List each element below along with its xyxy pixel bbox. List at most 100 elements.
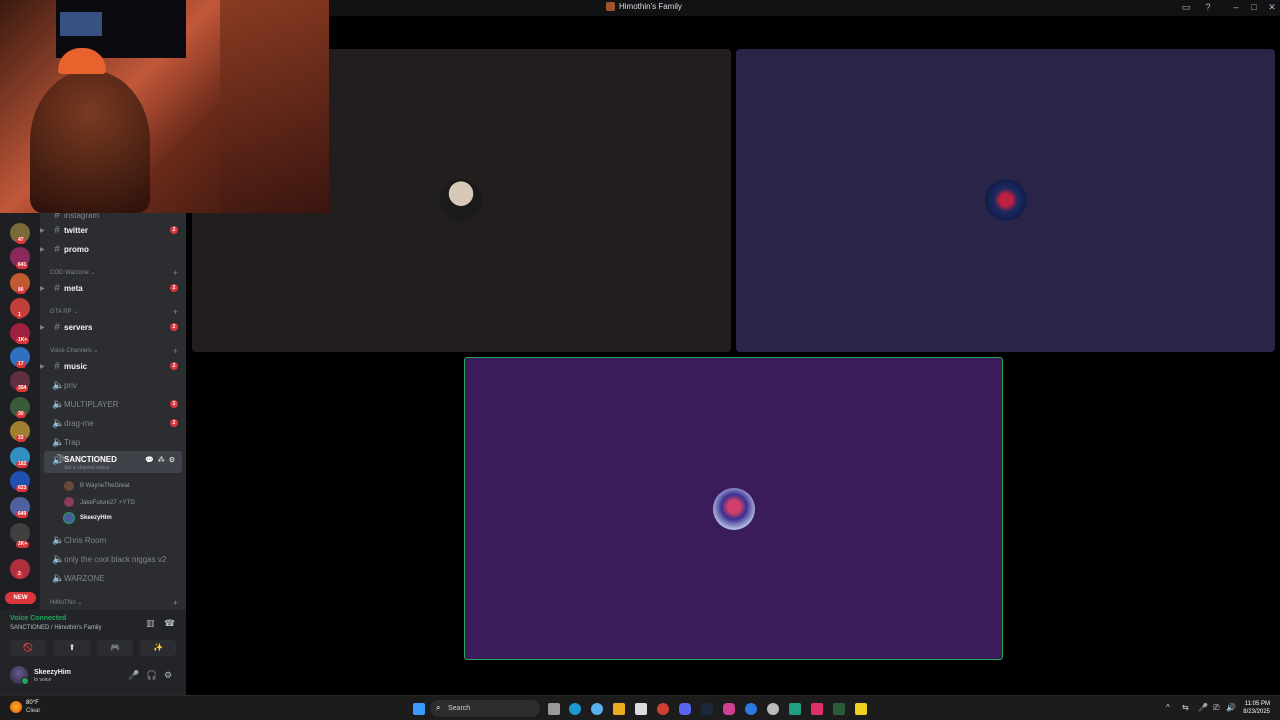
voice-connected-status[interactable]: Voice Connected [10, 615, 66, 622]
task-view-icon[interactable] [548, 703, 560, 715]
video-tile-2[interactable] [736, 49, 1275, 352]
add-channel-icon[interactable]: + [173, 268, 178, 278]
camera-off-button[interactable]: 🚫 [10, 640, 46, 656]
maximize-button[interactable]: □ [1248, 2, 1260, 12]
copilot-icon[interactable] [591, 703, 603, 715]
activity-button[interactable]: 🎮 [97, 640, 133, 656]
user-status: In voice [34, 677, 52, 683]
hash-icon: # [54, 321, 60, 333]
headphones-icon[interactable]: 🎧 [146, 670, 157, 681]
channel-servers[interactable]: ▶ # servers 2 [40, 318, 186, 336]
disconnect-icon[interactable]: ☎ [164, 618, 175, 629]
excel-icon[interactable] [833, 703, 845, 715]
weather-icon[interactable] [10, 701, 22, 713]
add-channel-icon[interactable]: + [173, 307, 178, 317]
voice-channel-cool-v2[interactable]: 🔈 only the cool black niggas v2 [40, 550, 186, 568]
channel-label: WARZONE [64, 573, 105, 583]
voice-location[interactable]: SANCTIONED / Himothin's Family [10, 625, 102, 631]
voice-user-name: SkeezyHim [80, 515, 112, 521]
server-badge: 47 [16, 237, 26, 244]
channel-label: MULTIPLAYER [64, 399, 119, 409]
help-icon[interactable]: ? [1202, 2, 1214, 12]
server-icon[interactable] [10, 523, 30, 543]
noise-suppression-icon[interactable]: ▥ [146, 618, 155, 629]
mention-badge: 2 [170, 400, 178, 408]
add-channel-icon[interactable]: + [173, 346, 178, 356]
channel-promo[interactable]: ▶ # promo [40, 240, 186, 258]
user-name[interactable]: SkeezyHim [34, 669, 71, 676]
voice-channel-trap[interactable]: 🔈 Trap [40, 433, 186, 451]
unread-indicator: ▶ [40, 227, 45, 234]
avatar[interactable] [10, 666, 29, 685]
microphone-icon[interactable]: 🎤 [128, 670, 139, 681]
store-icon[interactable] [635, 703, 647, 715]
settings-gear-icon[interactable]: ⚙ [164, 670, 172, 681]
volume-icon[interactable]: 🔊 [1226, 703, 1236, 712]
server-badge: 641 [16, 262, 29, 269]
category-label: HiMoThin [50, 599, 76, 606]
minimize-button[interactable]: – [1230, 2, 1242, 12]
voice-user[interactable]: JakeFuture27 ⚡YTG [64, 495, 135, 509]
taskbar-search[interactable]: ⌕ Search [430, 700, 540, 717]
category-gta-rp[interactable]: GTA RP ⌄ + [50, 307, 186, 317]
close-button[interactable]: ✕ [1266, 2, 1278, 13]
user-avatar [64, 513, 74, 523]
inbox-icon[interactable]: ▭ [1180, 2, 1192, 13]
category-voice-channels[interactable]: Voice Channels ⌄ + [50, 346, 186, 356]
voice-channel-multiplayer[interactable]: 🔈 MULTIPLAYER 2 [40, 395, 186, 413]
discord-icon[interactable] [679, 703, 691, 715]
file-explorer-icon[interactable] [613, 703, 625, 715]
video-tile-speaking[interactable] [464, 357, 1003, 660]
sticky-notes-icon[interactable] [855, 703, 867, 715]
steam-icon[interactable] [701, 703, 713, 715]
taskbar: 80°F Clear ⌕ Search ^ ⇆ 🎤 ⎚ 🔊 11:05 PM 8… [0, 695, 1280, 720]
channel-music[interactable]: ▶ # music 2 [40, 357, 186, 375]
voice-user[interactable]: B WayneTheGreat [64, 479, 129, 493]
tiktok-icon[interactable] [811, 703, 823, 715]
app-icon[interactable] [789, 703, 801, 715]
edge-icon[interactable] [569, 703, 581, 715]
speaker-icon: 🔈 [52, 572, 65, 584]
browser-icon[interactable] [745, 703, 757, 715]
settings-icon[interactable] [767, 703, 779, 715]
speaker-icon: 🔈 [52, 398, 65, 410]
voice-channel-sanctioned[interactable]: 🔊 SANCTIONED Set a channel status 💬 ⁂ ⚙ [44, 451, 182, 473]
voice-channel-warzone[interactable]: 🔈 WARZONE [40, 569, 186, 587]
mention-badge: 2 [170, 419, 178, 427]
server-badge: 1 [16, 312, 23, 319]
voice-channel-drag-me[interactable]: 🔈 drag-me 2 [40, 414, 186, 432]
add-channel-icon[interactable]: + [173, 598, 178, 608]
server-badge: 17 [16, 361, 26, 368]
soundboard-button[interactable]: ✨ [140, 640, 176, 656]
network-icon[interactable]: ⇆ [1182, 703, 1189, 712]
new-badge[interactable]: NEW [5, 592, 36, 604]
weather-temp[interactable]: 80°F [26, 700, 39, 706]
channel-label: instagram [64, 213, 100, 220]
channel-status[interactable]: Set a channel status [64, 465, 109, 471]
category-himothin[interactable]: HiMoThin ⌄ + [50, 598, 186, 608]
channel-twitter[interactable]: ▶ # twitter 2 [40, 221, 186, 239]
instagram-icon[interactable] [723, 703, 735, 715]
channel-action-icons[interactable]: 💬 ⁂ ⚙ [145, 456, 176, 464]
clock-time[interactable]: 11:05 PM [1245, 701, 1270, 707]
search-icon: ⌕ [436, 703, 441, 712]
voice-channel-chris-room[interactable]: 🔈 Chris Room [40, 531, 186, 549]
speaker-icon: 🔈 [52, 379, 65, 391]
category-label: GTA RP [50, 308, 72, 315]
screen-share-button[interactable]: ⬆ [54, 640, 90, 656]
start-button-icon[interactable] [413, 703, 425, 715]
mic-tray-icon[interactable]: 🎤 [1198, 703, 1208, 712]
speaker-icon: 🔊 [52, 455, 65, 466]
display-icon[interactable]: ⎚ [1213, 703, 1219, 713]
category-cod-warzone[interactable]: COD Warzone ⌄ + [50, 268, 186, 278]
channel-meta[interactable]: ▶ # meta 2 [40, 279, 186, 297]
voice-channel-priv[interactable]: 🔈 priv [40, 376, 186, 394]
voice-user[interactable]: SkeezyHim [64, 511, 112, 525]
tray-overflow-icon[interactable]: ^ [1166, 703, 1170, 712]
weather-desc: Clear [26, 708, 41, 714]
unread-indicator: ▶ [40, 285, 45, 292]
chrome-icon[interactable] [657, 703, 669, 715]
tv-glow [60, 12, 102, 36]
clock-date[interactable]: 8/23/2025 [1243, 709, 1270, 715]
unread-indicator: ▶ [40, 363, 45, 370]
